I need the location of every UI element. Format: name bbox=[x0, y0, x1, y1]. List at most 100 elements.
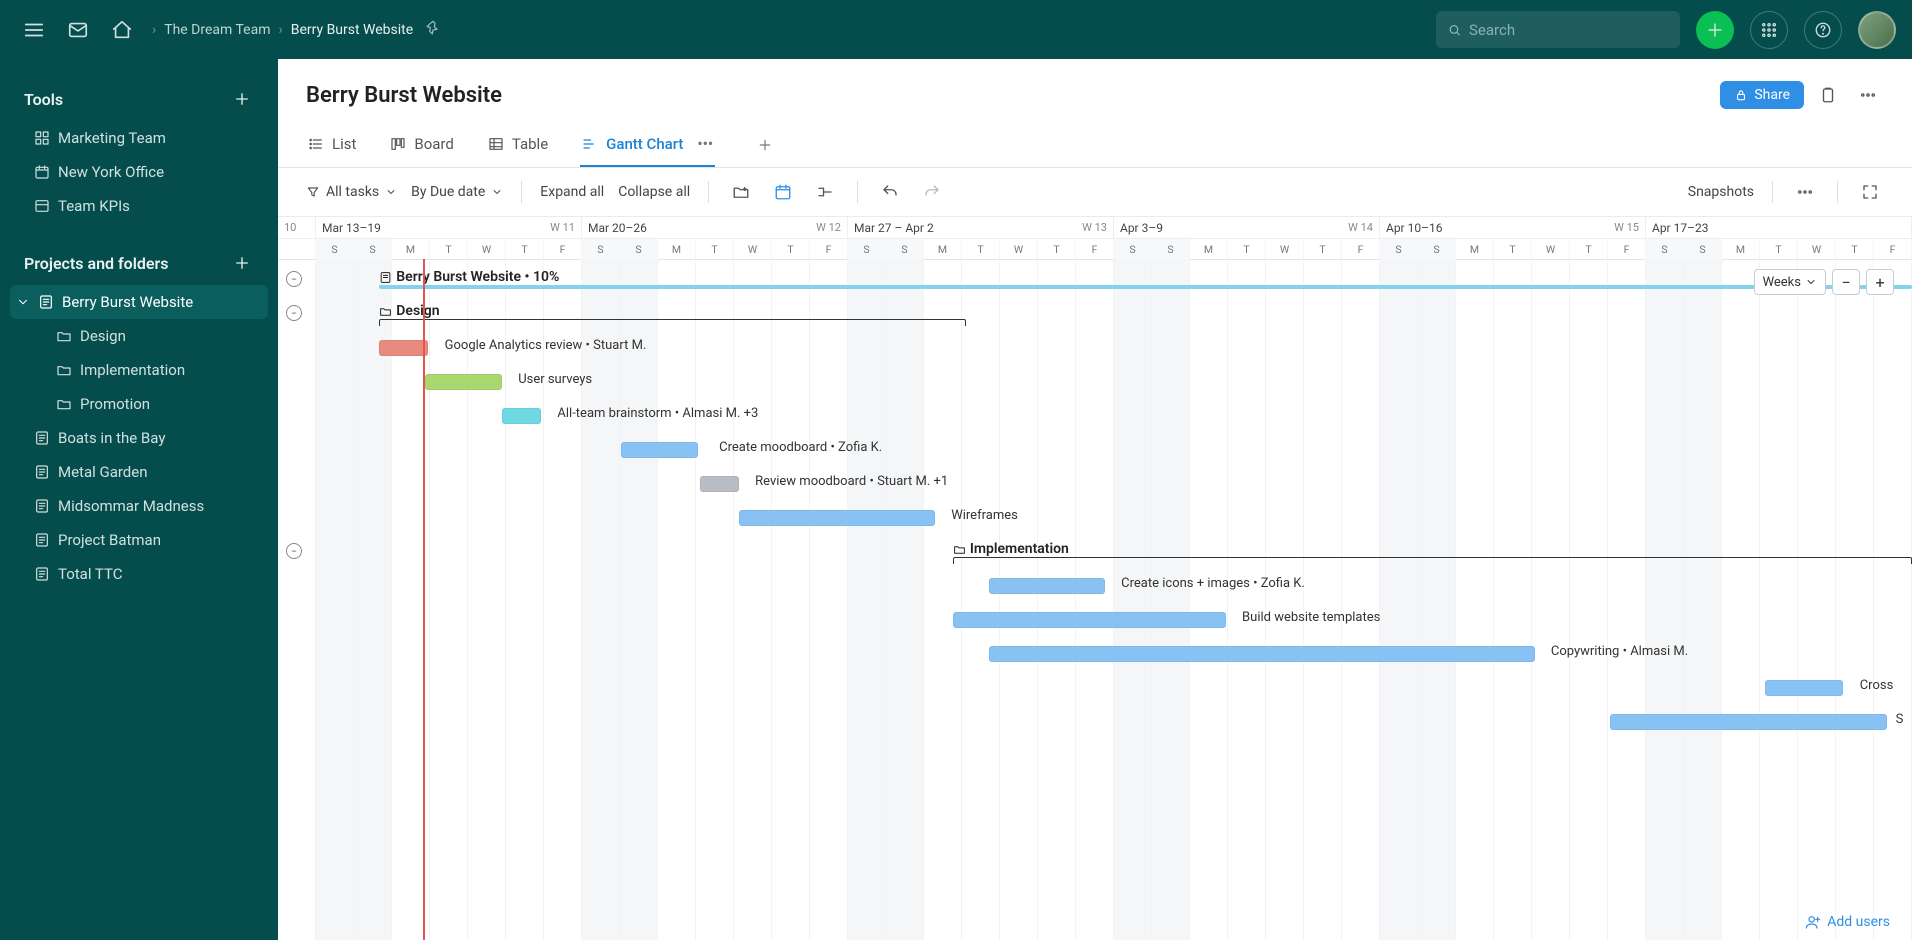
timeline-header: 10Mar 13–19W 11Mar 20–26W 12Mar 27 – Apr… bbox=[278, 217, 1912, 260]
create-button[interactable] bbox=[1696, 11, 1734, 49]
add-users-label: Add users bbox=[1827, 914, 1890, 930]
fullscreen-icon[interactable] bbox=[1856, 178, 1884, 206]
gantt-body[interactable]: Weeks − + − Berry Burst Website • 10% − bbox=[278, 259, 1912, 940]
add-tool-button[interactable] bbox=[230, 87, 254, 111]
zoom-in-button[interactable]: + bbox=[1866, 269, 1894, 295]
day-header: S bbox=[582, 239, 620, 259]
undo-icon[interactable] bbox=[876, 178, 904, 206]
task-bar-cross[interactable] bbox=[1765, 680, 1843, 696]
chevron-down-icon bbox=[491, 186, 503, 198]
snapshots-button[interactable]: Snapshots bbox=[1688, 184, 1754, 200]
breadcrumb-project[interactable]: Berry Burst Website bbox=[291, 22, 413, 38]
redo-icon[interactable] bbox=[918, 178, 946, 206]
day-header: S bbox=[1418, 239, 1456, 259]
collapse-project-button[interactable]: − bbox=[286, 271, 302, 287]
sidebar-item-batman[interactable]: Project Batman bbox=[10, 523, 268, 557]
dependency-icon[interactable] bbox=[811, 178, 839, 206]
design-summary-label[interactable]: Design bbox=[379, 303, 439, 319]
task-bar-review-moodboard[interactable] bbox=[700, 476, 739, 492]
sidebar-item-metal[interactable]: Metal Garden bbox=[10, 455, 268, 489]
task-bar-s[interactable] bbox=[1610, 714, 1888, 730]
share-button[interactable]: Share bbox=[1720, 81, 1804, 109]
table-icon bbox=[488, 136, 504, 152]
collapse-all-button[interactable]: Collapse all bbox=[618, 184, 690, 200]
tab-table[interactable]: Table bbox=[486, 123, 550, 167]
add-tab-button[interactable] bbox=[751, 131, 779, 159]
sidebar-item-ttc[interactable]: Total TTC bbox=[10, 557, 268, 591]
task-bar-google-analytics[interactable] bbox=[379, 340, 428, 356]
zoom-dropdown[interactable]: Weeks bbox=[1754, 269, 1826, 295]
pin-icon[interactable] bbox=[425, 20, 441, 40]
search-field[interactable] bbox=[1469, 21, 1668, 39]
day-header: F bbox=[544, 239, 582, 259]
sidebar-item-midsommar[interactable]: Midsommar Madness bbox=[10, 489, 268, 523]
task-bar-copywriting[interactable] bbox=[989, 646, 1535, 662]
tab-options-icon[interactable]: ••• bbox=[697, 135, 713, 153]
collapse-design-button[interactable]: − bbox=[286, 305, 302, 321]
collapse-implementation-button[interactable]: − bbox=[286, 543, 302, 559]
add-project-button[interactable] bbox=[230, 251, 254, 275]
sidebar-item-promotion[interactable]: Promotion bbox=[10, 387, 268, 421]
task-bar-wireframes[interactable] bbox=[739, 510, 935, 526]
sort-dropdown[interactable]: By Due date bbox=[411, 184, 503, 200]
filter-label: All tasks bbox=[326, 184, 379, 200]
chevron-right-icon: › bbox=[152, 22, 156, 38]
filter-dropdown[interactable]: All tasks bbox=[306, 184, 397, 200]
sort-label: By Due date bbox=[411, 184, 485, 200]
day-header: F bbox=[1076, 239, 1114, 259]
task-bar-user-surveys[interactable] bbox=[425, 374, 502, 390]
apps-icon[interactable] bbox=[1750, 11, 1788, 49]
sidebar-item-boats[interactable]: Boats in the Bay bbox=[10, 421, 268, 455]
tab-label: List bbox=[332, 135, 356, 153]
folder-plus-icon[interactable] bbox=[727, 178, 755, 206]
help-icon[interactable] bbox=[1804, 11, 1842, 49]
hamburger-icon[interactable] bbox=[16, 12, 52, 48]
project-summary-label[interactable]: Berry Burst Website • 10% bbox=[379, 269, 559, 285]
sidebar-item-implementation[interactable]: Implementation bbox=[10, 353, 268, 387]
user-avatar[interactable] bbox=[1858, 11, 1896, 49]
task-label: Copywriting • Almasi M. bbox=[1551, 644, 1688, 659]
task-bar-moodboard[interactable] bbox=[621, 442, 698, 458]
sidebar-item-design[interactable]: Design bbox=[10, 319, 268, 353]
sidebar-item-berry[interactable]: Berry Burst Website bbox=[10, 285, 268, 319]
more-icon[interactable] bbox=[1852, 79, 1884, 111]
implementation-summary-label[interactable]: Implementation bbox=[953, 541, 1069, 557]
gantt-chart[interactable]: 10Mar 13–19W 11Mar 20–26W 12Mar 27 – Apr… bbox=[278, 217, 1912, 940]
breadcrumb-team[interactable]: The Dream Team bbox=[164, 22, 270, 38]
zoom-out-button[interactable]: − bbox=[1832, 269, 1860, 295]
task-bar-build[interactable] bbox=[953, 612, 1226, 628]
tab-gantt[interactable]: Gantt Chart••• bbox=[580, 123, 715, 167]
project-summary-bar[interactable] bbox=[379, 285, 1912, 289]
inbox-icon[interactable] bbox=[60, 12, 96, 48]
expand-all-button[interactable]: Expand all bbox=[540, 184, 604, 200]
task-label: All-team brainstorm • Almasi M. +3 bbox=[557, 406, 758, 421]
zoom-label: Weeks bbox=[1763, 275, 1801, 290]
sidebar-item-kpis[interactable]: Team KPIs bbox=[10, 189, 268, 223]
task-bar-icons[interactable] bbox=[989, 578, 1105, 594]
clipboard-icon[interactable] bbox=[1812, 79, 1844, 111]
day-header: S bbox=[1380, 239, 1418, 259]
day-header: S bbox=[316, 239, 354, 259]
search-input[interactable] bbox=[1436, 11, 1680, 48]
implementation-summary-bar[interactable] bbox=[953, 557, 1912, 564]
home-icon[interactable] bbox=[104, 12, 140, 48]
project-icon bbox=[379, 271, 392, 284]
sidebar-item-nyoffice[interactable]: New York Office bbox=[10, 155, 268, 189]
day-header: W bbox=[1266, 239, 1304, 259]
day-header: T bbox=[506, 239, 544, 259]
sidebar-label: Team KPIs bbox=[58, 197, 130, 215]
calendar-today-icon[interactable] bbox=[769, 178, 797, 206]
design-summary-bar[interactable] bbox=[379, 319, 966, 326]
tab-board[interactable]: Board bbox=[388, 123, 455, 167]
gantt-icon bbox=[582, 136, 598, 152]
week-header: Apr 17–23 bbox=[1646, 217, 1912, 238]
day-header: F bbox=[1874, 239, 1912, 259]
sidebar-item-marketing[interactable]: Marketing Team bbox=[10, 121, 268, 155]
tab-list[interactable]: List bbox=[306, 123, 358, 167]
design-summary-text: Design bbox=[396, 303, 439, 319]
separator bbox=[1837, 181, 1838, 203]
task-bar-brainstorm[interactable] bbox=[502, 408, 541, 424]
add-users-button[interactable]: Add users bbox=[1797, 910, 1898, 934]
more-options-icon[interactable] bbox=[1791, 178, 1819, 206]
day-header: T bbox=[772, 239, 810, 259]
